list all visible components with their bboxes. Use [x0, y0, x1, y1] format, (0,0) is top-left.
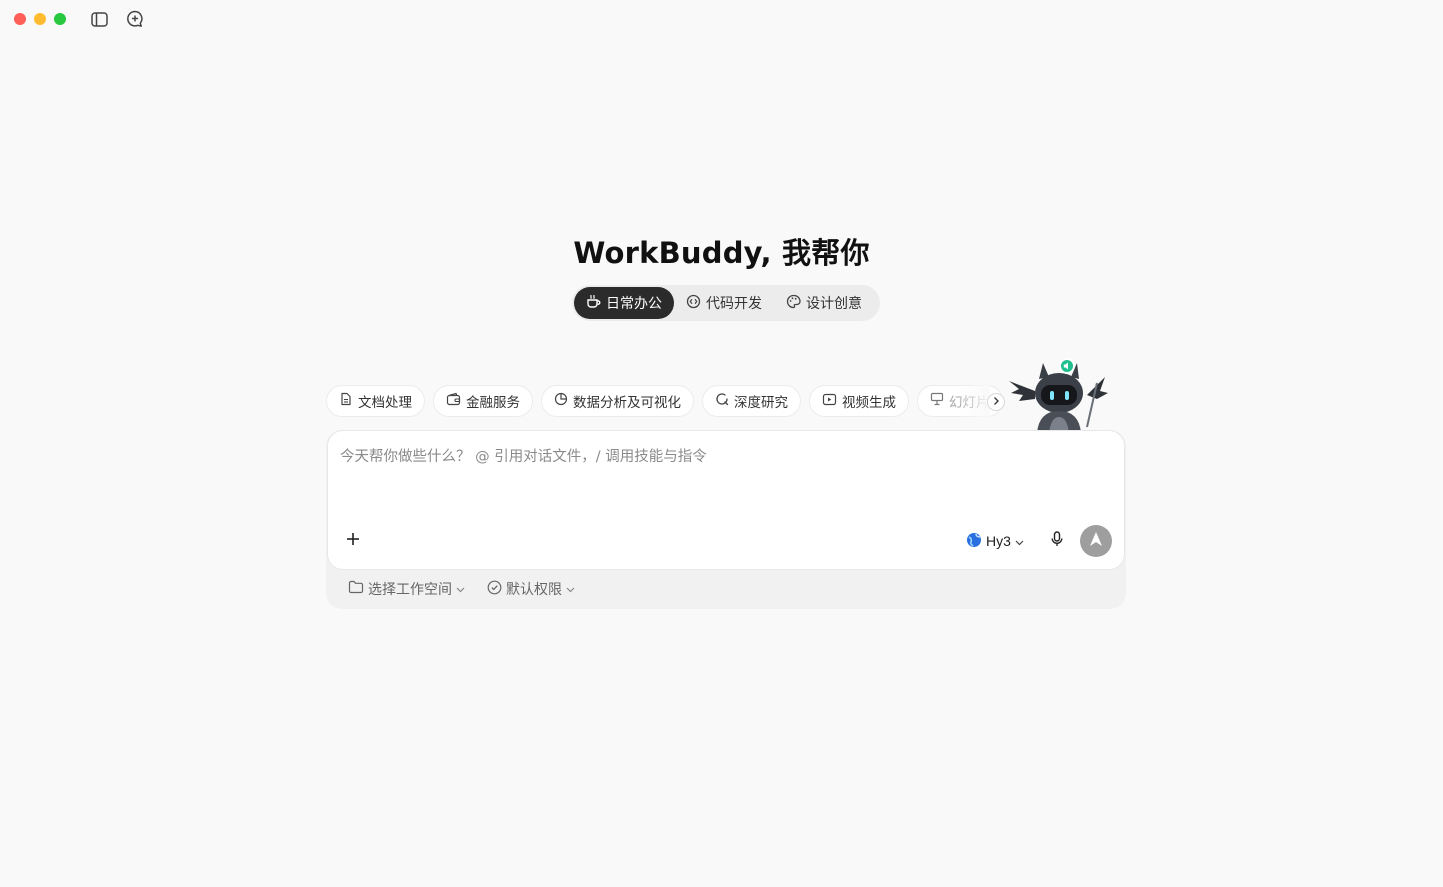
plus-icon	[346, 532, 360, 551]
model-select[interactable]: Hy3	[966, 530, 1024, 552]
voice-input-button[interactable]	[1046, 530, 1068, 552]
chevron-down-icon	[566, 581, 575, 597]
video-icon	[822, 392, 837, 410]
chip-data-analysis[interactable]: 数据分析及可视化	[541, 385, 694, 417]
chips-scroll-right-button[interactable]	[987, 393, 1005, 411]
shield-check-icon	[487, 580, 502, 599]
window-close-button[interactable]	[14, 13, 26, 25]
model-label: Hy3	[986, 533, 1011, 549]
window-maximize-button[interactable]	[54, 13, 66, 25]
title-bar	[0, 0, 1443, 38]
new-chat-icon[interactable]	[125, 9, 145, 29]
research-icon	[715, 392, 729, 410]
prompt-input[interactable]	[340, 445, 1110, 505]
chip-deep-research[interactable]: 深度研究	[702, 385, 801, 417]
send-arrow-icon	[1089, 531, 1103, 552]
chip-video[interactable]: 视频生成	[809, 385, 909, 417]
permission-select[interactable]: 默认权限	[487, 579, 575, 599]
permission-label: 默认权限	[506, 582, 562, 598]
chip-finance[interactable]: 金融服务	[433, 385, 533, 417]
mode-switch: 日常办公 代码开发 设计创意	[572, 285, 880, 321]
chip-label: 视频生成	[842, 395, 896, 411]
workspace-label: 选择工作空间	[368, 582, 452, 598]
tab-label: 设计创意	[806, 296, 862, 312]
folder-icon	[348, 580, 364, 598]
mascot-robot-dragon[interactable]	[1005, 355, 1110, 433]
sidebar-toggle-icon[interactable]	[89, 9, 109, 29]
document-icon	[339, 392, 353, 410]
code-icon	[686, 294, 701, 313]
chevron-down-icon	[456, 581, 465, 597]
skill-chips: 文档处理 金融服务 数据分析及可视化 深度研究 视频生成 幻灯片	[326, 384, 1006, 418]
chip-label: 深度研究	[734, 395, 788, 411]
chip-document[interactable]: 文档处理	[326, 385, 425, 417]
chip-label: 金融服务	[466, 395, 520, 411]
page-title: WorkBuddy, 我帮你	[573, 236, 870, 270]
wallet-icon	[446, 392, 461, 410]
composer-box: Hy3	[327, 430, 1125, 570]
tab-code-dev[interactable]: 代码开发	[674, 287, 774, 319]
chip-label: 文档处理	[358, 395, 412, 411]
chevron-right-icon	[992, 393, 1000, 411]
workspace-select[interactable]: 选择工作空间	[348, 579, 465, 599]
model-globe-icon	[966, 532, 982, 551]
tab-daily-office[interactable]: 日常办公	[574, 287, 674, 319]
palette-icon	[786, 294, 801, 313]
tab-label: 代码开发	[706, 296, 762, 312]
pie-chart-icon	[554, 392, 568, 410]
chevron-down-icon	[1015, 533, 1024, 549]
add-attachment-button[interactable]	[342, 530, 364, 552]
tab-label: 日常办公	[606, 296, 662, 312]
presentation-icon	[930, 392, 944, 410]
send-button[interactable]	[1080, 525, 1112, 557]
chip-label: 数据分析及可视化	[573, 395, 681, 411]
window-minimize-button[interactable]	[34, 13, 46, 25]
coffee-cup-icon	[586, 294, 601, 313]
chips-fade-overlay	[960, 384, 990, 418]
composer-bottom-bar: 选择工作空间 默认权限	[348, 578, 575, 600]
microphone-icon	[1051, 530, 1063, 552]
tab-design-creative[interactable]: 设计创意	[774, 287, 874, 319]
